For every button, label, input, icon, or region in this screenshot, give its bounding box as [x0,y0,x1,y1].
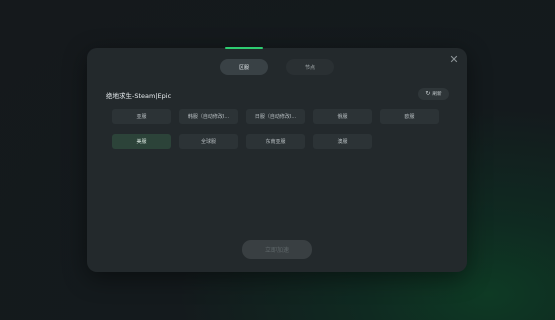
region-button-russia[interactable]: 俄服 [313,109,372,124]
tab-region[interactable]: 区服 [220,59,268,75]
tab-node[interactable]: 节点 [286,59,334,75]
game-title: 绝地求生-Steam|Epic [106,92,172,100]
region-button-europe[interactable]: 欧服 [380,109,439,124]
region-button-japan[interactable]: 日服（自动修改I... [246,109,305,124]
region-button-oceania[interactable]: 澳服 [313,134,372,149]
region-button-asia[interactable]: 亚服 [112,109,171,124]
refresh-label: 刷新 [432,92,442,97]
region-button-na[interactable]: 美服 [112,134,171,149]
region-button-global[interactable]: 全球服 [179,134,238,149]
top-accent-bar [225,47,263,49]
refresh-button[interactable]: ↻ 刷新 [418,88,449,100]
accelerate-button[interactable]: 立即加速 [242,240,312,259]
region-button-korea[interactable]: 韩服（自动修改I... [179,109,238,124]
refresh-icon: ↻ [425,90,431,97]
tab-bar: 区服 节点 [87,59,467,75]
region-button-sea[interactable]: 东南亚服 [246,134,305,149]
server-select-dialog: ✕ 区服 节点 绝地求生-Steam|Epic ↻ 刷新 亚服 韩服（自动修改I… [87,47,467,272]
